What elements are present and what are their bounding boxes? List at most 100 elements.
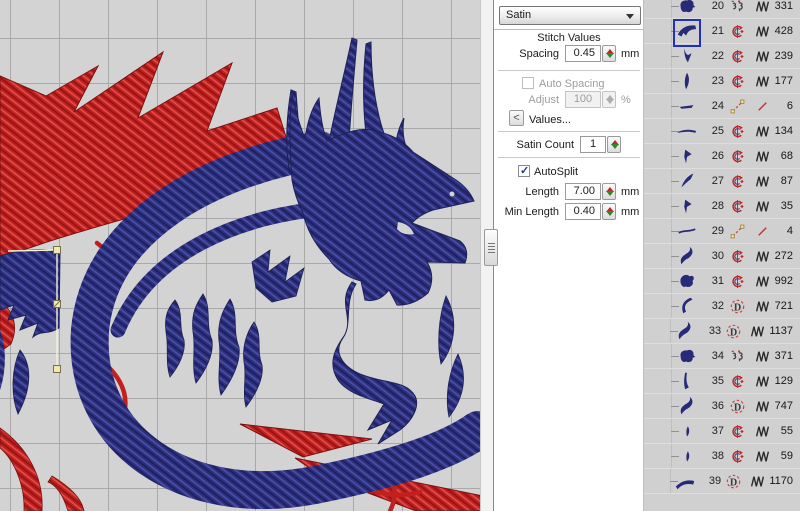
row-left-gutter xyxy=(644,0,672,18)
object-row[interactable]: 23 177 xyxy=(644,69,800,94)
row-number: 24 xyxy=(702,100,724,112)
stitch-count: 992 xyxy=(774,275,800,287)
row-number: 22 xyxy=(702,50,724,62)
stitch-type-icon xyxy=(750,99,774,114)
object-thumbnail[interactable] xyxy=(672,94,702,119)
object-row[interactable]: 32 721 xyxy=(644,294,800,319)
row-left-gutter xyxy=(644,219,672,243)
stitch-type-icon xyxy=(750,74,774,89)
auto-spacing-checkbox[interactable] xyxy=(522,77,534,89)
stitch-count: 6 xyxy=(774,100,800,112)
object-thumbnail[interactable] xyxy=(672,144,702,169)
row-number: 20 xyxy=(702,0,724,12)
object-thumbnail[interactable] xyxy=(672,169,702,194)
object-type-icon xyxy=(724,74,750,89)
object-thumbnail[interactable] xyxy=(672,419,702,444)
spacing-input[interactable]: 0.45 xyxy=(565,45,601,62)
object-thumbnail[interactable] xyxy=(672,0,702,19)
object-row[interactable]: 36 747 xyxy=(644,394,800,419)
stitch-type-icon xyxy=(746,474,769,489)
stitch-count: 68 xyxy=(774,150,800,162)
object-list[interactable]: 20 331 21 428 xyxy=(643,0,800,511)
stitch-count: 747 xyxy=(774,400,800,412)
stitch-count: 87 xyxy=(774,175,800,187)
object-row[interactable]: 35 129 xyxy=(644,369,800,394)
object-thumbnail[interactable] xyxy=(672,119,702,144)
panel-separator xyxy=(498,131,640,132)
object-row[interactable]: 38 59 xyxy=(644,444,800,469)
object-type-icon xyxy=(724,199,750,214)
object-row[interactable]: 22 239 xyxy=(644,44,800,69)
object-row[interactable]: 31 992 xyxy=(644,269,800,294)
row-left-gutter xyxy=(644,119,672,143)
stitch-type-icon xyxy=(750,149,774,164)
object-row[interactable]: 20 331 xyxy=(644,0,800,19)
object-row[interactable]: 21 428 xyxy=(644,19,800,44)
object-thumbnail[interactable] xyxy=(671,469,700,494)
stitch-type-dropdown[interactable]: Satin xyxy=(499,6,641,25)
object-type-icon xyxy=(724,49,750,64)
length-input[interactable]: 7.00 xyxy=(565,183,601,200)
panel-separator xyxy=(498,157,640,158)
adjust-row: Adjust 100 % xyxy=(494,92,644,109)
object-thumbnail[interactable] xyxy=(672,219,702,244)
min-length-input[interactable]: 0.40 xyxy=(565,203,601,220)
object-row[interactable]: 34 371 xyxy=(644,344,800,369)
object-row[interactable]: 26 68 xyxy=(644,144,800,169)
object-row[interactable]: 27 87 xyxy=(644,169,800,194)
object-thumbnail[interactable] xyxy=(672,344,702,369)
object-row[interactable]: 37 55 xyxy=(644,419,800,444)
autosplit-label: AutoSplit xyxy=(534,164,578,180)
object-row[interactable]: 29 4 xyxy=(644,219,800,244)
object-thumbnail[interactable] xyxy=(672,269,702,294)
object-thumbnail[interactable] xyxy=(672,44,702,69)
values-button-label[interactable]: Values... xyxy=(529,112,571,128)
object-thumbnail[interactable] xyxy=(671,319,700,344)
stitch-count: 1170 xyxy=(769,475,800,487)
object-row[interactable]: 28 35 xyxy=(644,194,800,219)
object-thumbnail[interactable] xyxy=(672,294,702,319)
object-thumbnail[interactable] xyxy=(672,194,702,219)
spinner-down-icon[interactable] xyxy=(606,99,614,104)
object-thumbnail[interactable] xyxy=(672,244,702,269)
spinner-down-icon[interactable] xyxy=(606,211,614,216)
min-length-spinner[interactable] xyxy=(602,203,616,220)
spinner-down-icon[interactable] xyxy=(606,53,614,58)
object-row[interactable]: 30 272 xyxy=(644,244,800,269)
row-left-gutter xyxy=(644,444,672,468)
spinner-down-icon[interactable] xyxy=(606,191,614,196)
object-type-icon xyxy=(721,324,746,339)
object-thumbnail[interactable] xyxy=(672,394,702,419)
spinner-down-icon[interactable] xyxy=(611,144,619,149)
adjust-spinner[interactable] xyxy=(602,91,616,108)
row-left-gutter xyxy=(644,144,672,168)
object-row[interactable]: 39 1170 xyxy=(644,469,800,494)
panel-separator xyxy=(498,70,640,71)
design-canvas[interactable] xyxy=(0,0,480,511)
object-thumbnail[interactable] xyxy=(672,19,702,44)
row-left-gutter xyxy=(644,94,672,118)
object-type-icon xyxy=(724,449,750,464)
row-number: 23 xyxy=(702,75,724,87)
splitter-grip-handle[interactable] xyxy=(484,229,498,266)
length-spinner[interactable] xyxy=(602,183,616,200)
row-left-gutter xyxy=(644,394,672,418)
row-left-gutter xyxy=(644,69,672,93)
object-row[interactable]: 25 134 xyxy=(644,119,800,144)
object-row[interactable]: 24 6 xyxy=(644,94,800,119)
object-thumbnail[interactable] xyxy=(672,369,702,394)
row-number: 28 xyxy=(702,200,724,212)
stitch-type-icon xyxy=(746,324,769,339)
spacing-spinner[interactable] xyxy=(602,45,616,62)
min-length-label: Min Length xyxy=(494,204,559,220)
object-thumbnail[interactable] xyxy=(672,69,702,94)
adjust-input[interactable]: 100 xyxy=(565,91,601,108)
satin-count-input[interactable]: 1 xyxy=(580,136,606,153)
adjust-unit: % xyxy=(621,92,631,108)
satin-count-spinner[interactable] xyxy=(607,136,621,153)
object-thumbnail[interactable] xyxy=(672,444,702,469)
object-row[interactable]: 33 1137 xyxy=(644,319,800,344)
autosplit-checkbox[interactable] xyxy=(518,165,530,177)
values-row: < Values... xyxy=(494,112,644,129)
values-expand-button[interactable]: < xyxy=(509,110,524,126)
